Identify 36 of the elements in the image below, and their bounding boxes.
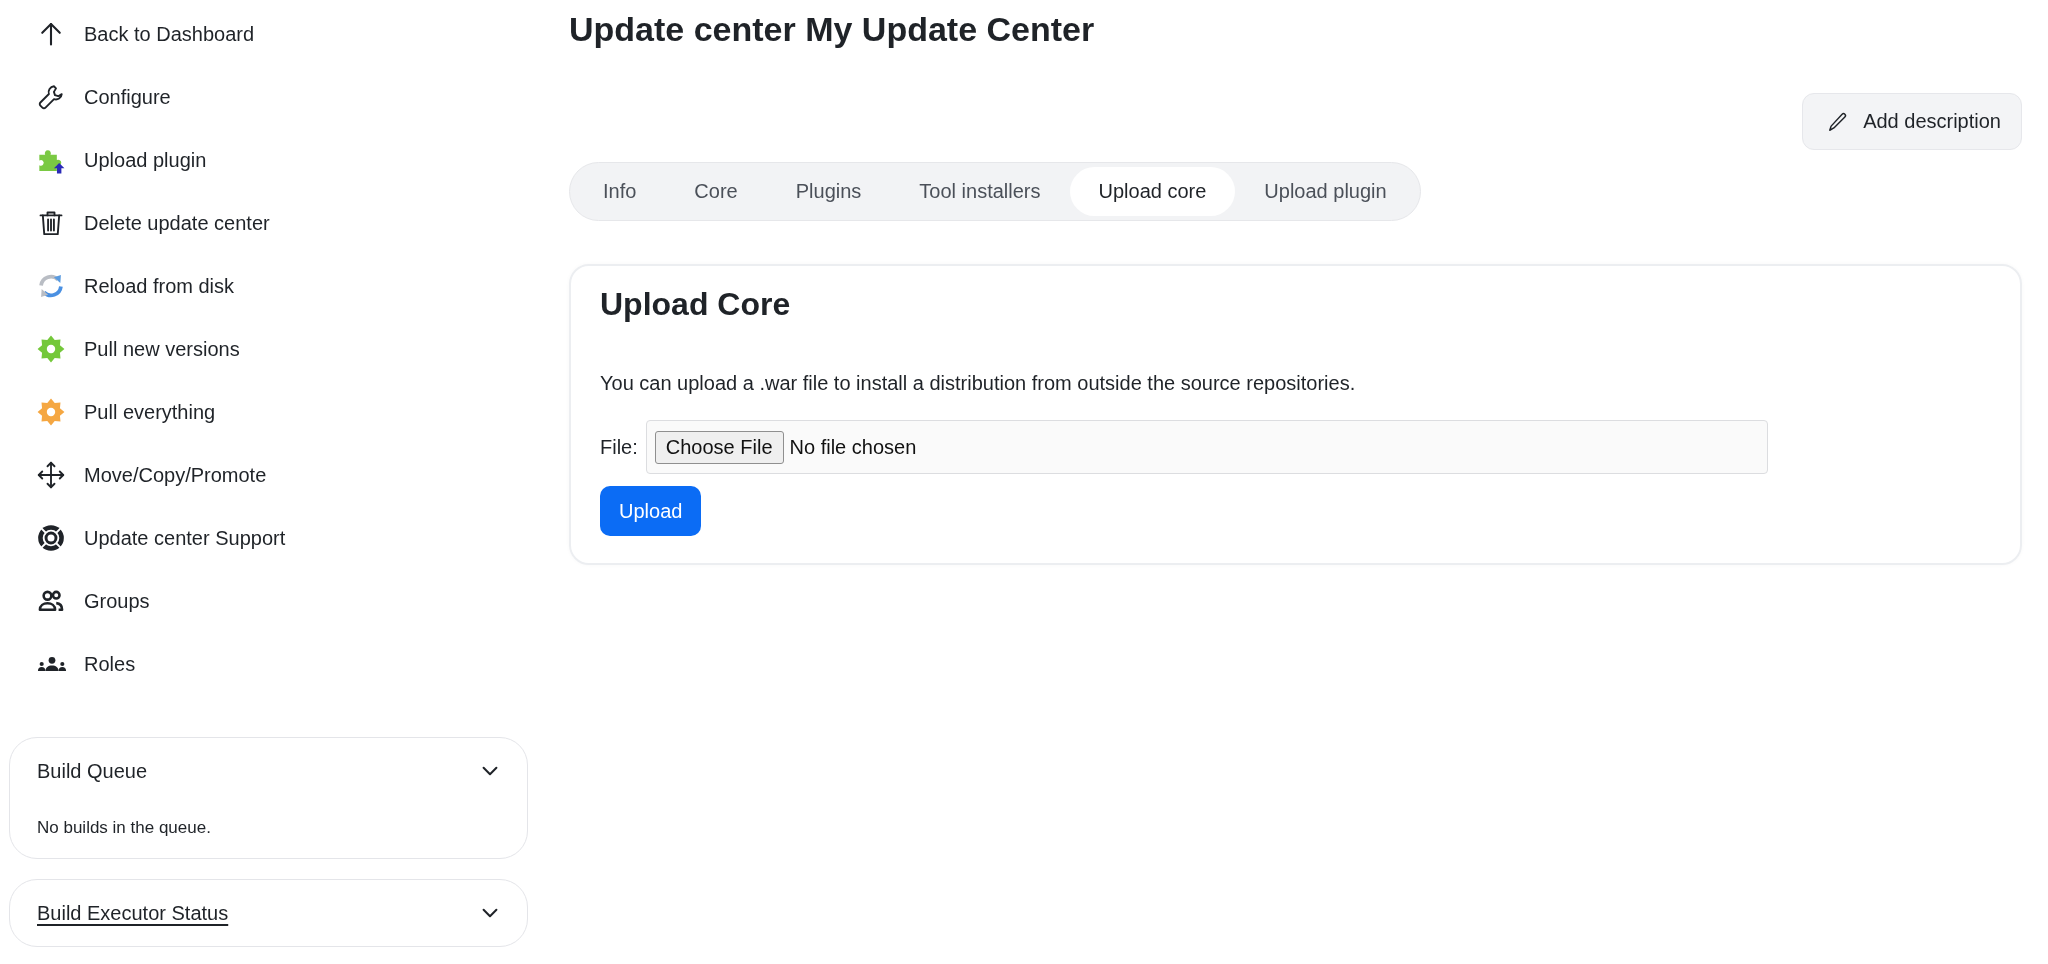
- widget-text: No builds in the queue.: [37, 817, 212, 839]
- tab[interactable]: Plugins: [766, 167, 891, 216]
- sidebar-item[interactable]: Reload from disk: [37, 264, 235, 308]
- lifebuoy-icon: [37, 524, 65, 552]
- sidebar-item[interactable]: Upload plugin: [37, 138, 207, 182]
- wrench-icon: [37, 83, 65, 111]
- sidebar-item[interactable]: Roles: [37, 642, 136, 686]
- choose-file-button[interactable]: Choose File: [654, 430, 784, 464]
- tab[interactable]: Upload plugin: [1235, 167, 1416, 216]
- gear-icon: [37, 335, 65, 363]
- file-status-text: No file chosen: [789, 435, 917, 459]
- gear-icon: [37, 398, 65, 426]
- section-heading: Upload Core: [600, 285, 792, 324]
- description-text: You can upload a .war file to install a distribution from outside the source repositories.: [600, 371, 1357, 396]
- sidebar-item[interactable]: Pull new versions: [37, 327, 240, 371]
- sidebar-item[interactable]: Back to Dashboard: [37, 12, 255, 56]
- page-title: Update center My Update Center: [569, 9, 1096, 50]
- tab[interactable]: Core: [665, 167, 767, 216]
- sidebar-item[interactable]: Groups: [37, 579, 150, 623]
- move-arrows-icon: [37, 461, 65, 489]
- widget-title: Build Queue: [37, 759, 148, 783]
- sidebar-item[interactable]: Move/Copy/Promote: [37, 453, 267, 497]
- sidebar-item[interactable]: Delete update center: [37, 201, 270, 245]
- file-input-field[interactable]: Choose File No file chosen: [645, 420, 1768, 474]
- widget-title-link[interactable]: Build Executor Status: [37, 901, 229, 925]
- add-description-button[interactable]: Add description: [1802, 93, 2022, 150]
- upload-button[interactable]: Upload: [600, 486, 702, 536]
- tab[interactable]: Info: [574, 167, 666, 216]
- sidebar-item[interactable]: Configure: [37, 75, 171, 119]
- tab[interactable]: Tool installers: [890, 167, 1070, 216]
- sidebar-item[interactable]: Update center Support: [37, 516, 286, 560]
- refresh-icon: [37, 272, 65, 300]
- sidebar-item[interactable]: Pull everything: [37, 390, 216, 434]
- trash-icon: [37, 209, 65, 237]
- tab[interactable]: Upload core: [1069, 167, 1236, 216]
- field-label: File:: [600, 435, 638, 459]
